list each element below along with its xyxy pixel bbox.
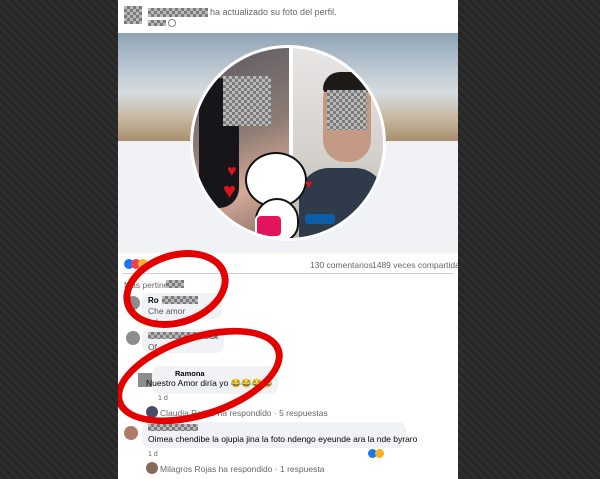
background-left — [0, 0, 118, 479]
avatar[interactable] — [126, 331, 140, 345]
comment-author-redacted — [148, 424, 198, 431]
post-header-text: ha actualizado su foto del perfil. — [210, 7, 337, 17]
camera-icon[interactable] — [255, 214, 283, 238]
shares-count[interactable]: 1489 veces compartida — [372, 260, 458, 270]
haha-icon — [375, 449, 384, 458]
globe-icon — [168, 19, 176, 27]
avatar[interactable] — [124, 6, 142, 24]
face-redacted-left — [223, 76, 271, 126]
heart-icon: ♥ — [223, 178, 237, 203]
post-time-redacted — [148, 20, 166, 26]
post-card: ha actualizado su foto del perfil. ♥ ♥ ♥… — [118, 0, 458, 479]
comment-time[interactable]: 1 d — [148, 451, 158, 458]
reply-summary[interactable]: Milagros Rojas ha respondido · 1 respues… — [160, 464, 324, 474]
comment-text: Oimea chendibe la ojupia jina la foto nd… — [148, 434, 418, 444]
avatar[interactable] — [146, 462, 158, 474]
author-name-redacted[interactable] — [148, 8, 208, 17]
frame-badge-icon — [305, 214, 335, 224]
background-right — [458, 0, 600, 479]
face-redacted-right — [327, 90, 367, 130]
reaction-icons[interactable] — [368, 449, 388, 459]
comments-count[interactable]: 130 comentarios — [310, 260, 373, 270]
avatar[interactable] — [124, 426, 138, 440]
heart-icon: ♥ — [305, 177, 313, 191]
post-header: ha actualizado su foto del perfil. — [118, 0, 458, 32]
hair-right — [323, 72, 371, 92]
profile-picture[interactable]: ♥ ♥ ♥ — [190, 45, 386, 241]
